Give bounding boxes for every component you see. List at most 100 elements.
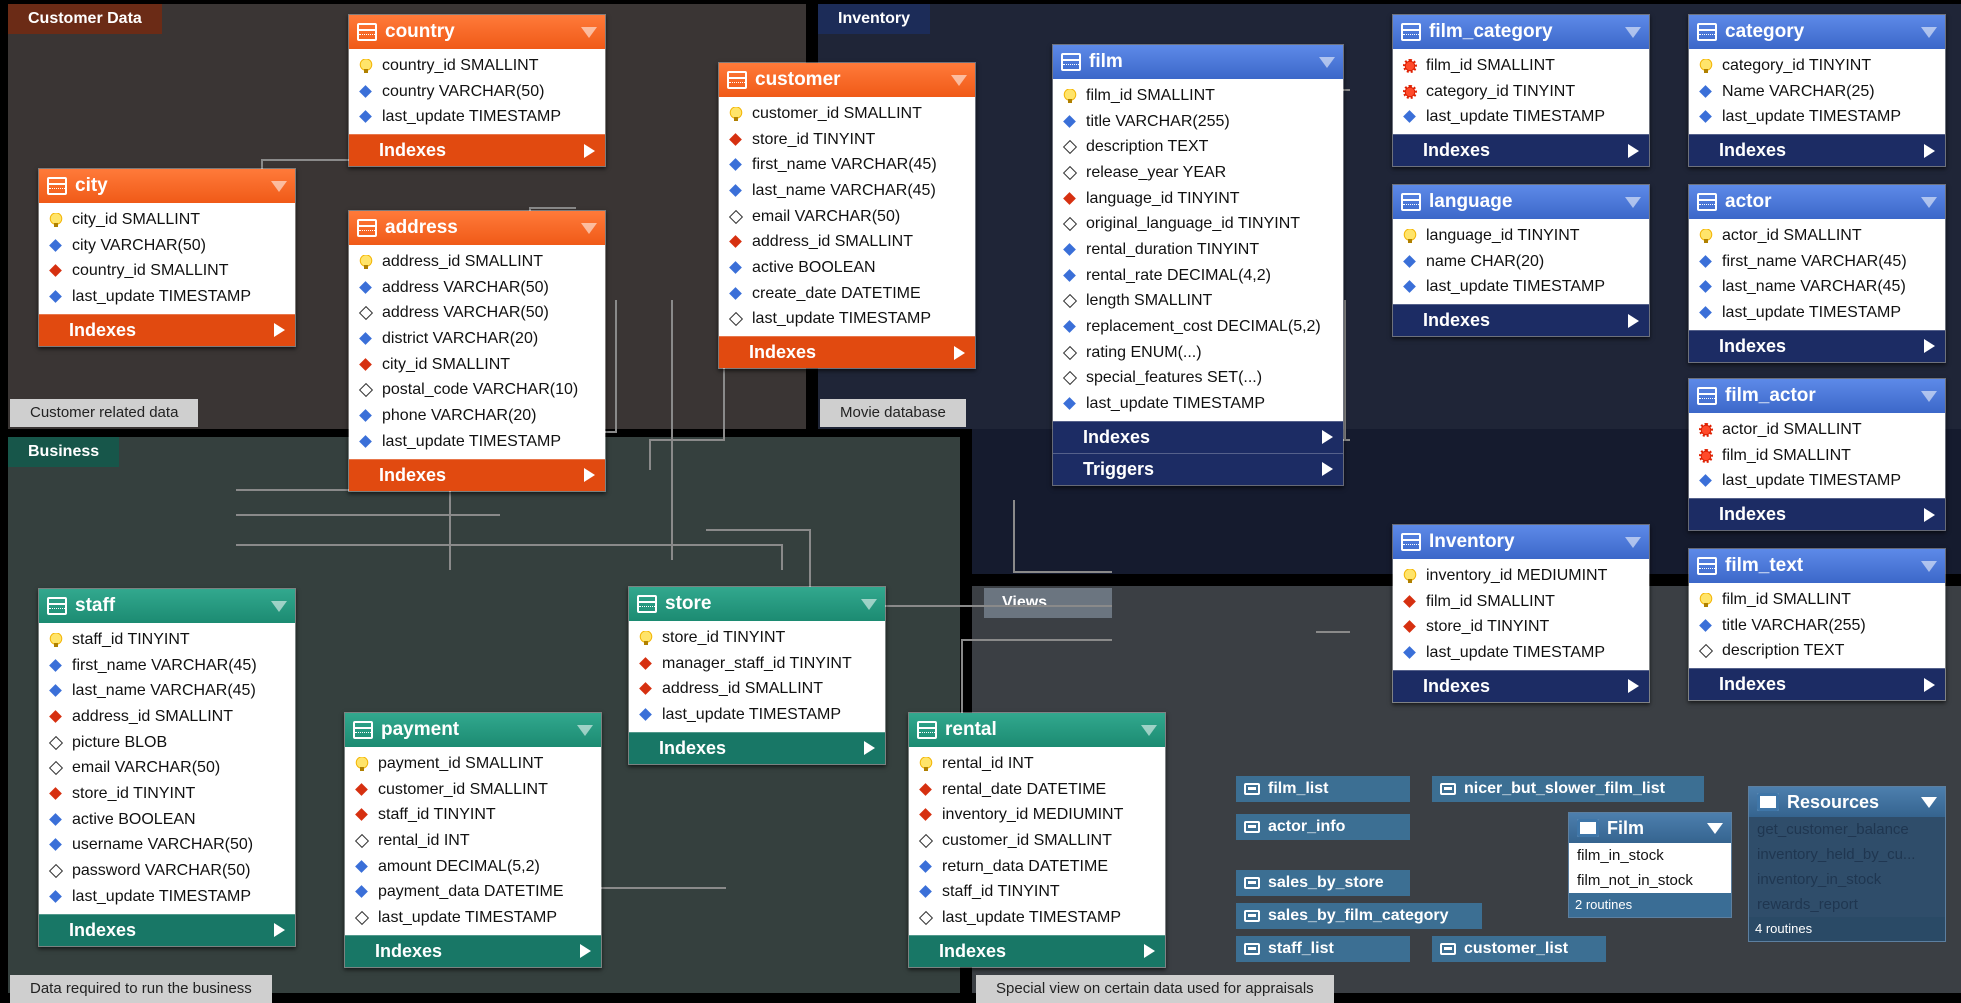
- column-row[interactable]: payment_data DATETIME: [345, 879, 601, 905]
- view-sales_by_store[interactable]: sales_by_store: [1236, 870, 1410, 896]
- table-film_actor[interactable]: film_actor actor_id SMALLINT film_id SMA…: [1688, 378, 1946, 532]
- column-row[interactable]: postal_code VARCHAR(10): [349, 377, 605, 403]
- chevron-down-icon[interactable]: [1921, 390, 1937, 402]
- column-row[interactable]: category_id TINYINT: [1393, 79, 1649, 105]
- column-row[interactable]: address_id SMALLINT: [629, 676, 885, 702]
- column-row[interactable]: address VARCHAR(50): [349, 275, 605, 301]
- column-row[interactable]: active BOOLEAN: [39, 807, 295, 833]
- column-row[interactable]: name CHAR(20): [1393, 249, 1649, 275]
- table-header[interactable]: film_category: [1393, 15, 1649, 49]
- column-row[interactable]: create_date DATETIME: [719, 281, 975, 307]
- table-header[interactable]: city: [39, 169, 295, 203]
- routine-item[interactable]: film_not_in_stock: [1569, 868, 1731, 893]
- chevron-down-icon[interactable]: [1921, 26, 1937, 38]
- indexes-section[interactable]: Indexes: [719, 336, 975, 369]
- column-row[interactable]: phone VARCHAR(20): [349, 403, 605, 429]
- column-row[interactable]: last_update TIMESTAMP: [1393, 640, 1649, 666]
- table-customer[interactable]: customer customer_id SMALLINT store_id T…: [718, 62, 976, 370]
- table-header[interactable]: film_text: [1689, 549, 1945, 583]
- column-row[interactable]: last_update TIMESTAMP: [629, 702, 885, 728]
- column-row[interactable]: address_id SMALLINT: [39, 704, 295, 730]
- column-row[interactable]: staff_id TINYINT: [39, 627, 295, 653]
- column-row[interactable]: city_id SMALLINT: [39, 207, 295, 233]
- table-language[interactable]: language language_id TINYINT name CHAR(2…: [1392, 184, 1650, 338]
- table-inventory[interactable]: Inventory inventory_id MEDIUMINT film_id…: [1392, 524, 1650, 703]
- column-row[interactable]: last_update TIMESTAMP: [1689, 468, 1945, 494]
- column-row[interactable]: country_id SMALLINT: [39, 258, 295, 284]
- column-row[interactable]: amount DECIMAL(5,2): [345, 854, 601, 880]
- column-row[interactable]: customer_id SMALLINT: [719, 101, 975, 127]
- chevron-down-icon[interactable]: [1921, 796, 1937, 808]
- column-row[interactable]: address_id SMALLINT: [349, 249, 605, 275]
- column-row[interactable]: last_update TIMESTAMP: [1689, 300, 1945, 326]
- column-row[interactable]: last_name VARCHAR(45): [1689, 274, 1945, 300]
- table-header[interactable]: Inventory: [1393, 525, 1649, 559]
- table-film[interactable]: film film_id SMALLINT title VARCHAR(255)…: [1052, 44, 1344, 486]
- column-row[interactable]: staff_id TINYINT: [909, 879, 1165, 905]
- table-address[interactable]: address address_id SMALLINT address VARC…: [348, 210, 606, 492]
- column-row[interactable]: description TEXT: [1053, 134, 1343, 160]
- column-row[interactable]: email VARCHAR(50): [39, 755, 295, 781]
- column-row[interactable]: length SMALLINT: [1053, 289, 1343, 315]
- column-row[interactable]: store_id TINYINT: [629, 625, 885, 651]
- column-row[interactable]: email VARCHAR(50): [719, 204, 975, 230]
- column-row[interactable]: customer_id SMALLINT: [345, 777, 601, 803]
- table-payment[interactable]: payment payment_id SMALLINT customer_id …: [344, 712, 602, 968]
- indexes-section[interactable]: Indexes: [1689, 134, 1945, 167]
- indexes-section[interactable]: Indexes: [345, 934, 601, 967]
- indexes-section[interactable]: Indexes: [1393, 669, 1649, 702]
- column-row[interactable]: film_id SMALLINT: [1393, 589, 1649, 615]
- column-row[interactable]: film_id SMALLINT: [1689, 587, 1945, 613]
- column-row[interactable]: last_update TIMESTAMP: [1053, 391, 1343, 417]
- table-header[interactable]: language: [1393, 185, 1649, 219]
- column-row[interactable]: last_update TIMESTAMP: [1393, 274, 1649, 300]
- column-row[interactable]: Name VARCHAR(25): [1689, 79, 1945, 105]
- table-category[interactable]: category category_id TINYINT Name VARCHA…: [1688, 14, 1946, 168]
- column-row[interactable]: store_id TINYINT: [39, 781, 295, 807]
- chevron-down-icon[interactable]: [1921, 560, 1937, 572]
- view-customer_list[interactable]: customer_list: [1432, 936, 1606, 962]
- column-row[interactable]: first_name VARCHAR(45): [1689, 249, 1945, 275]
- chevron-down-icon[interactable]: [271, 180, 287, 192]
- column-row[interactable]: actor_id SMALLINT: [1689, 223, 1945, 249]
- table-header[interactable]: country: [349, 15, 605, 49]
- chevron-down-icon[interactable]: [1625, 536, 1641, 548]
- indexes-section[interactable]: Indexes: [1393, 304, 1649, 337]
- column-row[interactable]: last_update TIMESTAMP: [39, 284, 295, 310]
- column-row[interactable]: film_id SMALLINT: [1689, 443, 1945, 469]
- view-nicer_but_slower_film_list[interactable]: nicer_but_slower_film_list: [1432, 776, 1704, 802]
- routine-item[interactable]: inventory_held_by_cu...: [1749, 842, 1945, 867]
- column-row[interactable]: last_update TIMESTAMP: [1393, 104, 1649, 130]
- table-store[interactable]: store store_id TINYINT manager_staff_id …: [628, 586, 886, 765]
- table-header[interactable]: category: [1689, 15, 1945, 49]
- column-row[interactable]: last_update TIMESTAMP: [909, 905, 1165, 931]
- chevron-down-icon[interactable]: [1625, 196, 1641, 208]
- column-row[interactable]: release_year YEAR: [1053, 160, 1343, 186]
- indexes-section[interactable]: Indexes: [909, 934, 1165, 967]
- column-row[interactable]: rental_duration TINYINT: [1053, 237, 1343, 263]
- table-film_text[interactable]: film_text film_id SMALLINT title VARCHAR…: [1688, 548, 1946, 702]
- column-row[interactable]: picture BLOB: [39, 730, 295, 756]
- column-row[interactable]: store_id TINYINT: [719, 127, 975, 153]
- column-row[interactable]: city_id SMALLINT: [349, 352, 605, 378]
- table-header[interactable]: film_actor: [1689, 379, 1945, 413]
- table-actor[interactable]: actor actor_id SMALLINT first_name VARCH…: [1688, 184, 1946, 363]
- group-header[interactable]: Resources: [1749, 787, 1945, 817]
- indexes-section[interactable]: Indexes: [1689, 668, 1945, 701]
- column-row[interactable]: rental_date DATETIME: [909, 777, 1165, 803]
- column-row[interactable]: film_id SMALLINT: [1393, 53, 1649, 79]
- column-row[interactable]: replacement_cost DECIMAL(5,2): [1053, 314, 1343, 340]
- table-rental[interactable]: rental rental_id INT rental_date DATETIM…: [908, 712, 1166, 968]
- table-header[interactable]: staff: [39, 589, 295, 623]
- chevron-down-icon[interactable]: [951, 74, 967, 86]
- column-row[interactable]: inventory_id MEDIUMINT: [909, 802, 1165, 828]
- view-actor_info[interactable]: actor_info: [1236, 814, 1410, 840]
- chevron-down-icon[interactable]: [581, 26, 597, 38]
- indexes-section[interactable]: Indexes: [629, 731, 885, 764]
- column-row[interactable]: last_name VARCHAR(45): [719, 178, 975, 204]
- view-sales_by_film_category[interactable]: sales_by_film_category: [1236, 903, 1482, 929]
- routine-item[interactable]: inventory_in_stock: [1749, 867, 1945, 892]
- column-row[interactable]: return_data DATETIME: [909, 854, 1165, 880]
- table-city[interactable]: city city_id SMALLINT city VARCHAR(50) c…: [38, 168, 296, 347]
- column-row[interactable]: rating ENUM(...): [1053, 340, 1343, 366]
